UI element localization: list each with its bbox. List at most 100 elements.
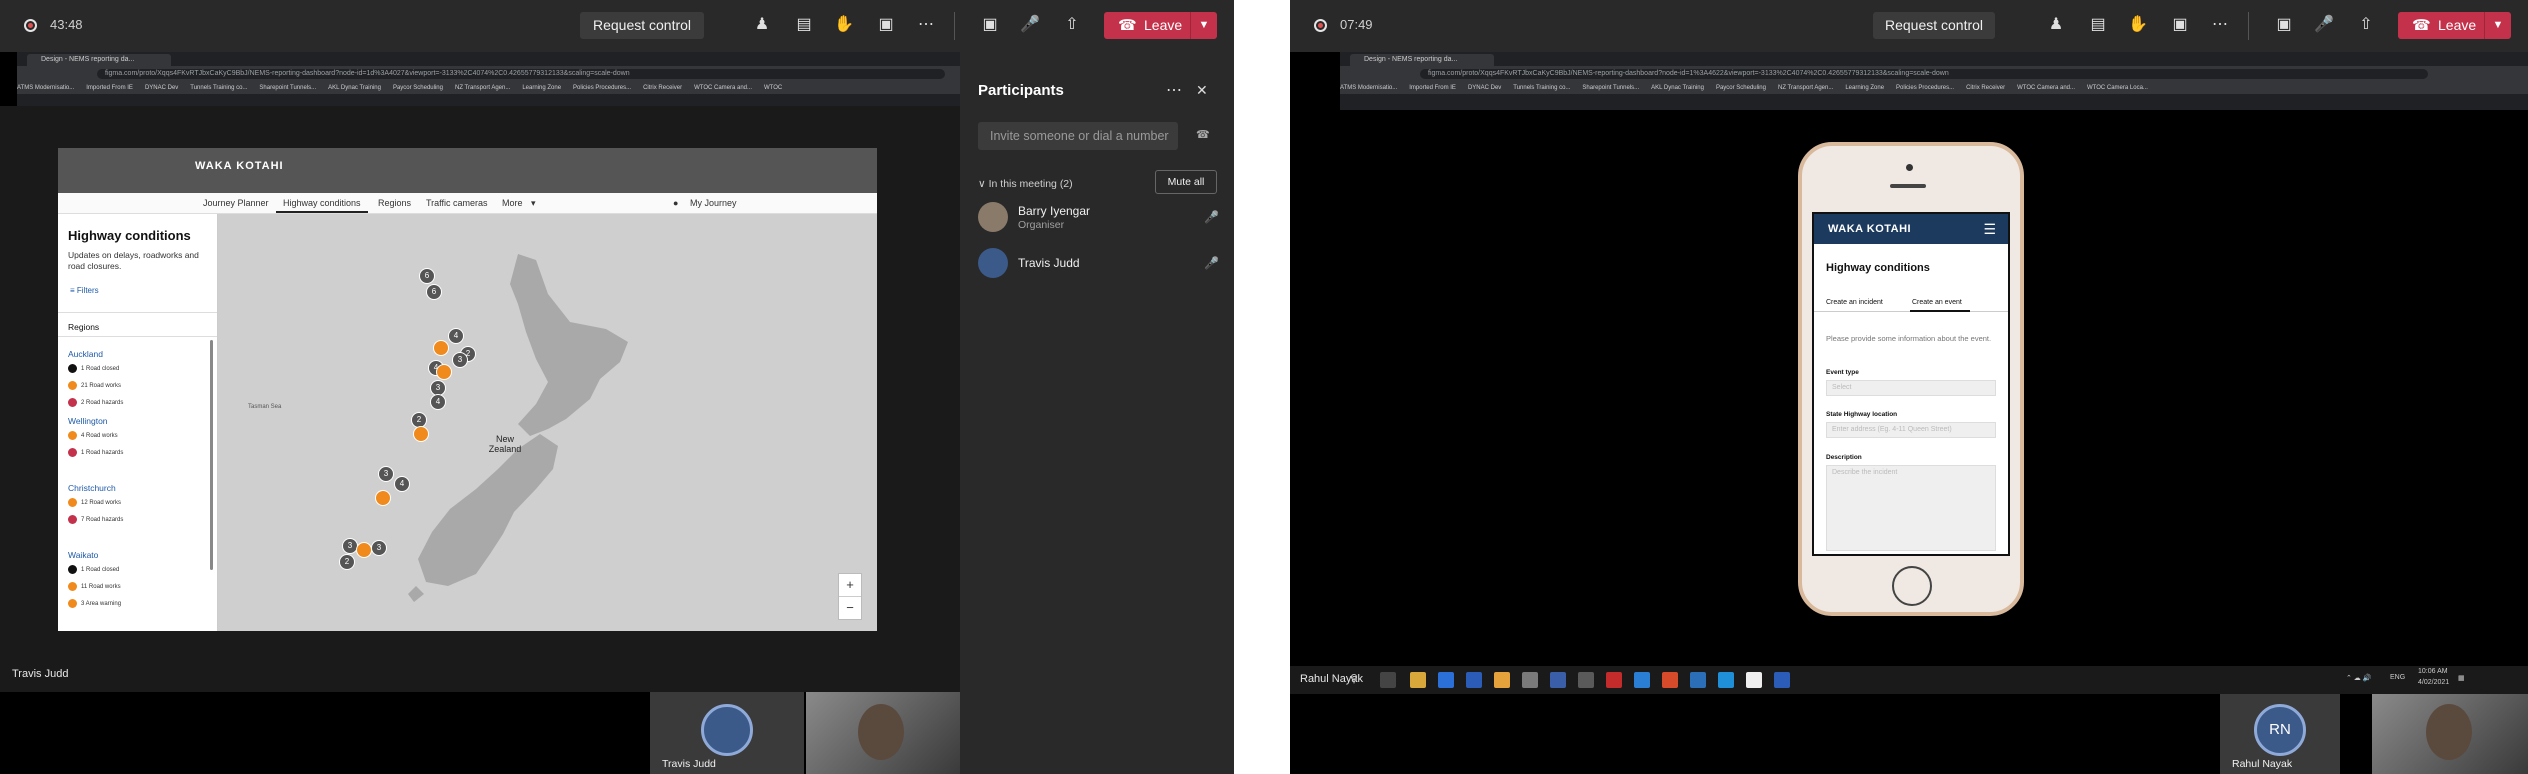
taskbar-time[interactable]: 10:06 AM <box>2418 668 2448 675</box>
video-tile-camera[interactable] <box>806 692 960 774</box>
tab-create-event[interactable]: Create an event <box>1912 299 1962 306</box>
outlook-icon[interactable] <box>1550 672 1566 688</box>
participant-name[interactable]: Travis Judd <box>1018 256 1080 270</box>
nav-highway-conditions[interactable]: Highway conditions <box>283 198 361 208</box>
people-icon[interactable]: ♟ <box>750 14 774 36</box>
nav-regions[interactable]: Regions <box>378 198 411 208</box>
zoom-out-button[interactable]: − <box>839 597 861 619</box>
bookmark-item[interactable]: DYNAC Dev <box>145 85 178 91</box>
filters-button[interactable]: ≡ Filters <box>70 286 99 295</box>
bookmark-item[interactable]: WTOC Camera and... <box>2017 85 2075 91</box>
app-icon[interactable] <box>1522 672 1538 688</box>
nz-map[interactable]: Tasman Sea New Zealand 6 6 4 2 3 4 3 2 4… <box>218 214 877 631</box>
request-control-button[interactable]: Request control <box>580 12 704 39</box>
region-wellington[interactable]: Wellington <box>68 416 108 426</box>
location-input[interactable]: Enter address (Eg. 4-11 Queen Street) <box>1826 422 1996 438</box>
chevron-down-icon[interactable]: ▼ <box>1190 12 1217 39</box>
description-textarea[interactable]: Describe the incident <box>1826 465 1996 551</box>
mic-icon[interactable]: 🎤 <box>1018 14 1042 36</box>
dial-pad-icon[interactable]: ☎ <box>1196 128 1210 141</box>
more-icon[interactable]: ⋯ <box>2208 14 2232 36</box>
bookmark-item[interactable]: Policies Procedures... <box>1896 85 1954 91</box>
mute-all-button[interactable]: Mute all <box>1155 170 1217 194</box>
rooms-icon[interactable]: ▣ <box>2168 14 2192 36</box>
participant-name[interactable]: Barry Iyengar <box>1018 204 1090 218</box>
video-tile[interactable]: RN Rahul Nayak <box>2220 694 2340 774</box>
region-auckland[interactable]: Auckland <box>68 349 103 359</box>
map-marker-orange[interactable] <box>433 340 449 356</box>
browser-tab[interactable]: Design - NEMS reporting da... <box>27 54 171 66</box>
more-icon[interactable]: ⋯ <box>1166 80 1182 100</box>
bookmark-item[interactable]: Imported From IE <box>1409 85 1456 91</box>
word-icon[interactable] <box>1774 672 1790 688</box>
video-tile-camera[interactable] <box>2372 694 2528 774</box>
bookmark-item[interactable]: NZ Transport Agen... <box>1778 85 1833 91</box>
raise-hand-icon[interactable]: ✋ <box>832 14 856 36</box>
address-bar[interactable]: figma.com/proto/Xqqs4FKvRTJbxCaKyC9BbJ/N… <box>1420 69 2428 79</box>
bookmark-item[interactable]: Learning Zone <box>522 85 561 91</box>
taskbar-date[interactable]: 4/02/2021 <box>2418 679 2449 686</box>
bookmark-item[interactable]: Paycor Scheduling <box>1716 85 1766 91</box>
bookmark-item[interactable]: AKL Dynac Training <box>1651 85 1704 91</box>
zoom-in-button[interactable]: + <box>839 574 861 597</box>
close-icon[interactable]: ✕ <box>1196 82 1208 99</box>
bookmark-item[interactable]: Sharepoint Tunnels... <box>1582 85 1639 91</box>
bookmark-item[interactable]: Citrix Receiver <box>1966 85 2005 91</box>
tab-create-incident[interactable]: Create an incident <box>1826 299 1883 306</box>
camera-icon[interactable]: ▣ <box>2272 14 2296 36</box>
chrome-icon[interactable] <box>1494 672 1510 688</box>
camera-icon[interactable]: ▣ <box>978 14 1002 36</box>
nav-journey-planner[interactable]: Journey Planner <box>203 198 269 208</box>
leave-button[interactable]: ☎ Leave ▼ <box>1104 12 1217 39</box>
map-marker-orange[interactable] <box>436 364 452 380</box>
in-meeting-section[interactable]: ∨ In this meeting (2) <box>978 178 1073 190</box>
task-view-icon[interactable] <box>1380 672 1396 688</box>
word-icon[interactable] <box>1466 672 1482 688</box>
bookmark-item[interactable]: WTOC <box>764 85 782 91</box>
nav-my-journey[interactable]: My Journey <box>690 198 737 208</box>
notepad-icon[interactable] <box>1746 672 1762 688</box>
bookmark-item[interactable]: Citrix Receiver <box>643 85 682 91</box>
bookmark-item[interactable]: WTOC Camera Loca... <box>2087 85 2148 91</box>
bookmark-item[interactable]: AKL Dynac Training <box>328 85 381 91</box>
notification-icon[interactable]: ▦ <box>2458 674 2465 682</box>
tray-icons[interactable]: ⌃ ☁ 🔊 <box>2346 674 2371 682</box>
map-marker[interactable]: 3 <box>371 540 387 556</box>
bookmark-item[interactable]: Paycor Scheduling <box>393 85 443 91</box>
app-icon[interactable] <box>1662 672 1678 688</box>
bookmark-item[interactable]: ATMS Modernisatio... <box>1340 85 1397 91</box>
invite-input[interactable]: Invite someone or dial a number <box>978 122 1178 150</box>
nav-more[interactable]: More <box>502 198 523 208</box>
edge-icon[interactable] <box>1438 672 1454 688</box>
raise-hand-icon[interactable]: ✋ <box>2126 14 2150 36</box>
skype-icon[interactable] <box>1718 672 1734 688</box>
bookmark-item[interactable]: Sharepoint Tunnels... <box>259 85 316 91</box>
bookmark-item[interactable]: WTOC Camera and... <box>694 85 752 91</box>
share-screen-icon[interactable]: ⇧ <box>1060 14 1084 36</box>
address-bar[interactable]: figma.com/proto/Xqqs4FKvRTJbxCaKyC9BbJ/N… <box>97 69 945 79</box>
map-marker[interactable]: 6 <box>419 268 435 284</box>
chat-icon[interactable]: ▤ <box>2086 14 2110 36</box>
bookmark-item[interactable]: Tunnels Training co... <box>190 85 247 91</box>
browser-tab[interactable]: Design - NEMS reporting da... <box>1350 54 1494 66</box>
bookmark-item[interactable]: ATMS Modernisatio... <box>17 85 74 91</box>
map-marker-orange[interactable] <box>413 426 429 442</box>
bookmark-item[interactable]: Learning Zone <box>1845 85 1884 91</box>
region-waikato[interactable]: Waikato <box>68 550 98 560</box>
map-marker[interactable]: 6 <box>426 284 442 300</box>
mic-icon[interactable]: 🎤 <box>2312 14 2336 36</box>
map-marker[interactable]: 3 <box>452 352 468 368</box>
search-icon[interactable]: ⚲ <box>1350 672 1366 688</box>
bookmark-item[interactable]: Imported From IE <box>86 85 133 91</box>
event-type-select[interactable]: Select <box>1826 380 1996 396</box>
app-icon[interactable] <box>1690 672 1706 688</box>
request-control-button[interactable]: Request control <box>1873 12 1995 39</box>
share-screen-icon[interactable]: ⇧ <box>2354 14 2378 36</box>
app-icon[interactable] <box>1634 672 1650 688</box>
language-indicator[interactable]: ENG <box>2390 674 2405 681</box>
rooms-icon[interactable]: ▣ <box>874 14 898 36</box>
file-explorer-icon[interactable] <box>1410 672 1426 688</box>
region-christchurch[interactable]: Christchurch <box>68 483 116 493</box>
map-marker[interactable]: 3 <box>378 466 394 482</box>
map-marker[interactable]: 4 <box>448 328 464 344</box>
